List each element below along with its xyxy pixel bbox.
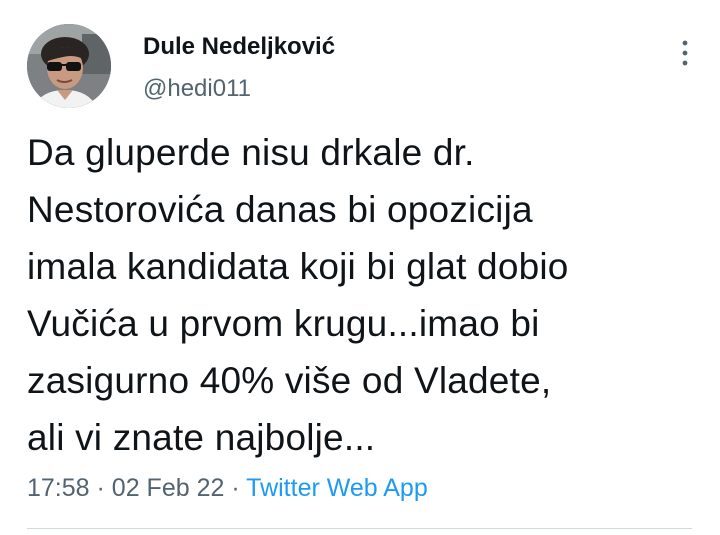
avatar[interactable]: [27, 24, 111, 108]
tweet-source-link[interactable]: Twitter Web App: [246, 474, 428, 502]
tweet-time[interactable]: 17:58: [27, 474, 90, 502]
more-vertical-icon[interactable]: [674, 38, 696, 68]
meta-separator: ·: [96, 474, 105, 502]
tweet-date[interactable]: 02 Feb 22: [112, 474, 225, 502]
meta-separator: ·: [231, 474, 240, 502]
divider: [27, 528, 692, 529]
avatar-image: [27, 24, 111, 108]
tweet-card: Dule Nedeljković @hedi011 Da gluperde ni…: [0, 0, 720, 535]
tweet-metadata: 17:58 · 02 Feb 22 · Twitter Web App: [27, 474, 428, 503]
author-display-name[interactable]: Dule Nedeljković: [143, 33, 335, 61]
tweet-text: Da gluperde nisu drkale dr. Nestorovića …: [27, 132, 569, 458]
author-handle[interactable]: @hedi011: [143, 75, 251, 103]
